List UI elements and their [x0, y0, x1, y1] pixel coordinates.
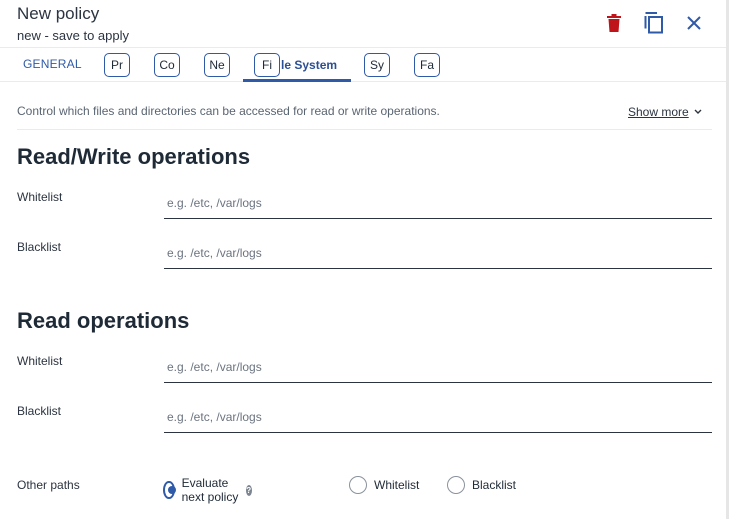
read-write-title: Read/Write operations — [17, 144, 251, 169]
radio-label: Whitelist — [374, 478, 420, 492]
other-paths-label: Other paths — [17, 478, 80, 492]
active-tab-indicator — [243, 79, 351, 82]
show-more-link[interactable]: Show more — [628, 105, 702, 119]
radio-label: Evaluate next policy — [181, 476, 239, 504]
radio-blacklist[interactable]: Blacklist — [447, 476, 516, 494]
tab-co[interactable]: Co — [154, 53, 180, 77]
radio-unchecked-indicator — [349, 476, 367, 494]
policy-subtitle: new - save to apply — [17, 28, 130, 43]
show-more-label: Show more — [628, 105, 689, 119]
trash-icon — [607, 14, 621, 32]
chevron-down-icon — [694, 109, 702, 114]
close-button[interactable] — [681, 10, 707, 36]
tab-file-system-label: le System — [281, 58, 338, 72]
r-whitelist-input[interactable] — [164, 351, 712, 383]
section-description: Control which files and directories can … — [17, 104, 440, 118]
tab-general[interactable]: GENERAL — [23, 57, 82, 71]
divider — [17, 129, 712, 130]
rw-blacklist-label: Blacklist — [17, 240, 62, 254]
rw-whitelist-label: Whitelist — [17, 190, 63, 204]
radio-evaluate-next-policy[interactable]: Evaluate next policy ? — [163, 476, 252, 504]
tab-fa[interactable]: Fa — [414, 53, 440, 77]
r-whitelist-label: Whitelist — [17, 354, 63, 368]
read-title: Read operations — [17, 308, 190, 333]
r-blacklist-label: Blacklist — [17, 404, 62, 418]
tab-ne[interactable]: Ne — [204, 53, 230, 77]
copy-icon — [644, 12, 663, 34]
rw-whitelist-input[interactable] — [164, 187, 712, 219]
tab-file-system[interactable]: Fi — [254, 53, 280, 77]
tab-pr[interactable]: Pr — [104, 53, 130, 77]
close-icon — [687, 16, 701, 30]
radio-whitelist[interactable]: Whitelist — [349, 476, 419, 494]
radio-label: Blacklist — [472, 478, 517, 492]
policy-title: New policy — [17, 4, 100, 23]
tab-sy[interactable]: Sy — [364, 53, 390, 77]
policy-tabs: GENERAL Pr Co Ne le System Fi Sy Fa — [0, 47, 726, 82]
delete-button[interactable] — [601, 10, 627, 36]
radio-unchecked-indicator — [447, 476, 465, 494]
duplicate-button[interactable] — [641, 10, 667, 36]
r-blacklist-input[interactable] — [164, 401, 712, 433]
radio-checked-indicator — [163, 481, 176, 499]
rw-blacklist-input[interactable] — [164, 237, 712, 269]
help-icon[interactable]: ? — [245, 484, 252, 496]
policy-header: New policy new - save to apply — [0, 0, 726, 47]
